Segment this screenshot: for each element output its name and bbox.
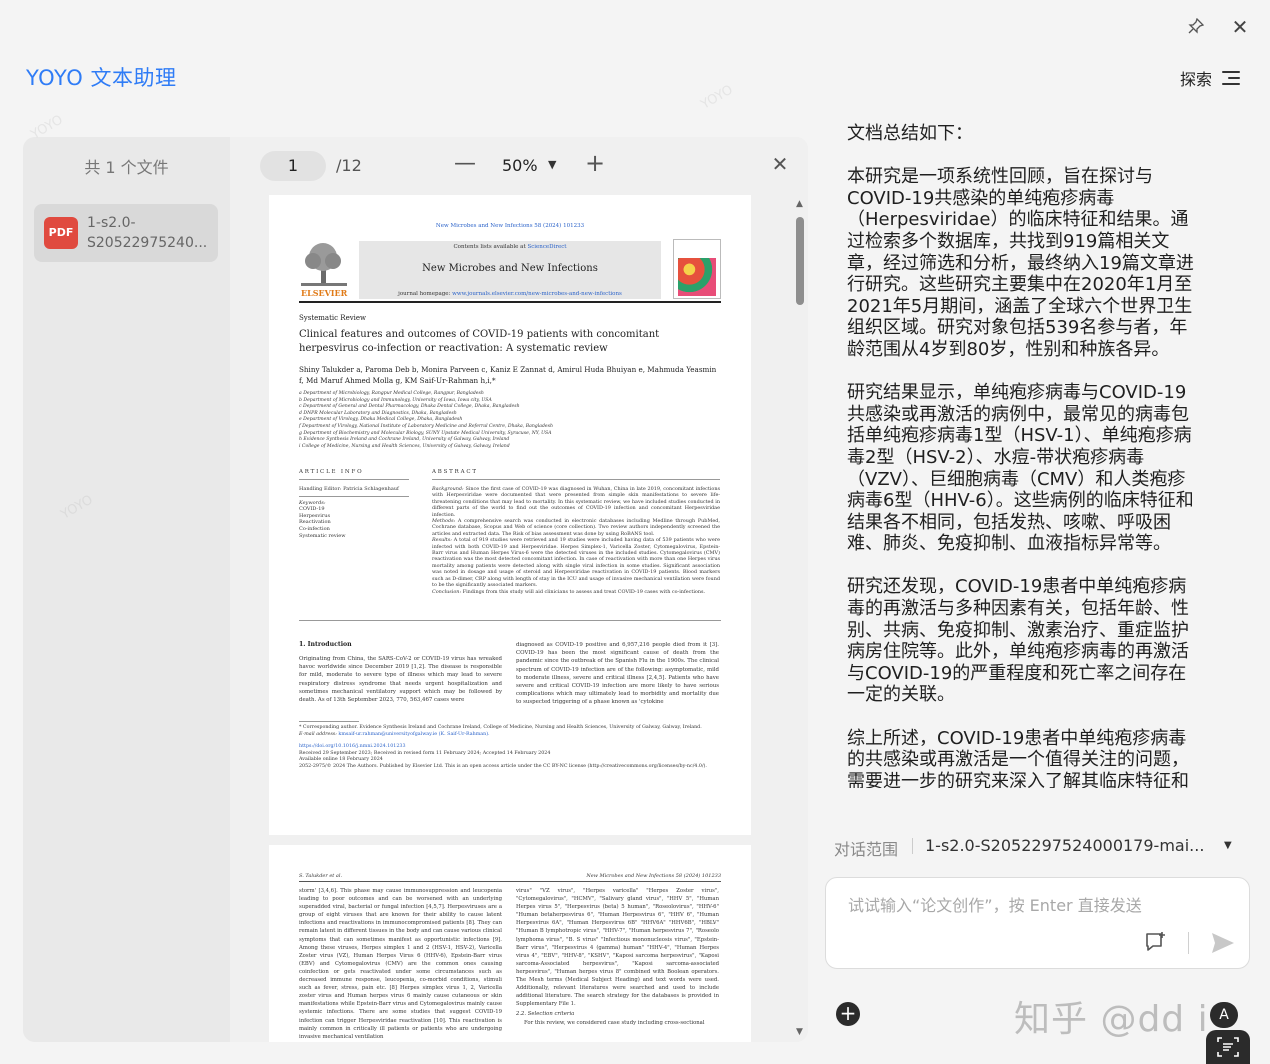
page-number-input[interactable]: 1: [260, 151, 326, 181]
explore-button[interactable]: 探索: [1180, 66, 1244, 90]
close-viewer-button[interactable]: ✕: [769, 152, 791, 176]
journal-masthead: ELSEVIER Contents lists available at Sci…: [299, 239, 721, 299]
scroll-down-icon[interactable]: ▼: [796, 1027, 803, 1037]
ocr-icon[interactable]: [1206, 1030, 1250, 1064]
viewer-toolbar: 1 /12 — 50% ▼ + ✕: [230, 137, 808, 195]
explore-label: 探索: [1180, 70, 1213, 89]
divider: [299, 721, 359, 722]
page2-column-1: storm' [3,4,6]. This phase may cause imm…: [299, 888, 502, 1040]
chat-input-placeholder: 试试输入“论文创作”，按 Enter 直接发送: [848, 896, 1142, 915]
pdf-page-1: New Microbes and New Infections 58 (2024…: [269, 195, 751, 835]
running-header: New Microbes and New Infections 58 (2024…: [299, 873, 721, 879]
intro-column-1: Originating from China, the SARS-CoV-2 o…: [299, 656, 502, 704]
intro-column-2: diagnosed as COVID-19 positive and 6,957…: [516, 642, 719, 706]
divider: [299, 301, 721, 303]
file-item[interactable]: PDF 1-s2.0- S20522975240...: [34, 204, 218, 262]
file-count: 共 1 个文件: [84, 158, 169, 177]
chat-input[interactable]: 试试输入“论文创作”，按 Enter 直接发送: [825, 877, 1250, 969]
abstract-heading: ABSTRACT: [432, 469, 478, 475]
chevron-down-icon[interactable]: ▼: [1224, 840, 1232, 851]
doi-link[interactable]: https://doi.org/10.1016/j.nmni.2024.1012…: [299, 744, 719, 751]
chevron-down-icon[interactable]: ▼: [548, 158, 556, 171]
divider: [299, 620, 721, 621]
close-icon[interactable]: ✕: [1229, 16, 1251, 38]
article-type: Systematic Review: [299, 314, 367, 322]
send-icon[interactable]: [1210, 931, 1236, 955]
homepage-link[interactable]: www.journals.elsevier.com/new-microbes-a…: [452, 291, 622, 297]
pdf-file-icon: PDF: [44, 217, 78, 249]
sciencedirect-link[interactable]: ScienceDirect: [527, 244, 566, 250]
app-title: YOYO 文本助理: [26, 66, 177, 90]
abstract-text: Background: Since the first case of COVI…: [432, 486, 720, 595]
zoom-in-button[interactable]: +: [584, 149, 606, 177]
pdf-page-2: New Microbes and New Infections 58 (2024…: [269, 845, 751, 1042]
document-panel: 共 1 个文件 PDF 1-s2.0- S20522975240... 1 /1…: [23, 137, 808, 1042]
author-list: Shiny Talukder a, Paroma Deb b, Monira P…: [299, 365, 717, 385]
pin-icon[interactable]: [1186, 17, 1206, 38]
divider: [912, 838, 913, 854]
zoom-select[interactable]: 50%: [502, 156, 538, 175]
divider: [432, 479, 720, 480]
a-icon[interactable]: A: [1210, 1002, 1238, 1028]
scrollbar[interactable]: ▲ ▼: [793, 199, 807, 1042]
menu-lines-icon: [1222, 69, 1244, 87]
summary-paragraph: 综上所述，COVID-19患者中单纯疱疹病毒的共感染或再激活是一个值得关注的问题…: [847, 727, 1189, 788]
scope-value[interactable]: 1-s2.0-S2052297524000179-mai...: [925, 836, 1211, 855]
scope-label: 对话范围: [834, 840, 899, 859]
summary-paragraph: 研究还发现，COVID-19患者中单纯疱疹病毒的再激活与多种因素有关，包括年龄、…: [847, 576, 1189, 706]
new-chat-icon[interactable]: [1144, 931, 1168, 953]
pdf-viewer: 1 /12 — 50% ▼ + ✕ ▲ ▼ New Microbes and N…: [230, 137, 808, 1042]
article-info: Handling Editor: Patricia Schlagenhauf K…: [299, 486, 409, 539]
article-info-heading: ARTICLE INFO: [299, 469, 364, 475]
journal-citation: New Microbes and New Infections 58 (2024…: [435, 223, 585, 229]
masthead-box: Contents lists available at ScienceDirec…: [359, 241, 661, 299]
journal-name: New Microbes and New Infections: [422, 263, 598, 274]
app-window: YOYO 文本助理 ✕ 探索 共 1 个文件 PDF 1-s2.0- S2052…: [0, 0, 1270, 1064]
page-total: /12: [336, 156, 362, 175]
divider: [299, 479, 409, 480]
file-name: 1-s2.0- S20522975240...: [87, 215, 208, 251]
affiliations: a Department of Microbiology, Rangpur Me…: [299, 391, 553, 449]
scroll-thumb[interactable]: [796, 217, 804, 305]
chat-scope-selector[interactable]: 对话范围 1-s2.0-S2052297524000179-mai... ▼: [826, 828, 1250, 864]
summary-panel: 文档总结如下： 本研究是一项系统性回顾，旨在探讨与COVID-19共感染的单纯疱…: [826, 120, 1212, 788]
contents-line: Contents lists available at ScienceDirec…: [453, 244, 567, 250]
watermark: 知乎 @dd i: [1014, 999, 1209, 1040]
publisher-name: ELSEVIER: [301, 288, 348, 298]
summary-paragraph: 研究结果显示，单纯疱疹病毒与COVID-19共感染或再激活的病例中，最常见的病毒…: [847, 382, 1194, 555]
file-list: 共 1 个文件 PDF 1-s2.0- S20522975240...: [23, 137, 230, 1042]
homepage-line: journal homepage: www.journals.elsevier.…: [398, 291, 622, 297]
paper-title: Clinical features and outcomes of COVID-…: [299, 329, 660, 354]
elsevier-tree-icon: ELSEVIER: [299, 241, 349, 298]
background-watermark: YOYO: [698, 82, 736, 113]
divider: [299, 881, 721, 882]
journal-cover-image: [673, 239, 721, 299]
footnotes: * Corresponding author. Evidence Synthes…: [299, 725, 719, 771]
summary-paragraph: 本研究是一项系统性回顾，旨在探讨与COVID-19共感染的单纯疱疹病毒（Herp…: [847, 166, 1194, 360]
divider: [1188, 932, 1189, 954]
scroll-up-icon[interactable]: ▲: [796, 199, 803, 209]
add-button[interactable]: +: [836, 1002, 860, 1026]
section-heading: 1. Introduction: [299, 641, 352, 648]
page2-column-2: virus" "VZ virus", "Herpes varicella" "H…: [516, 888, 719, 1026]
zoom-out-button[interactable]: —: [454, 151, 476, 176]
summary-heading: 文档总结如下：: [847, 123, 973, 144]
